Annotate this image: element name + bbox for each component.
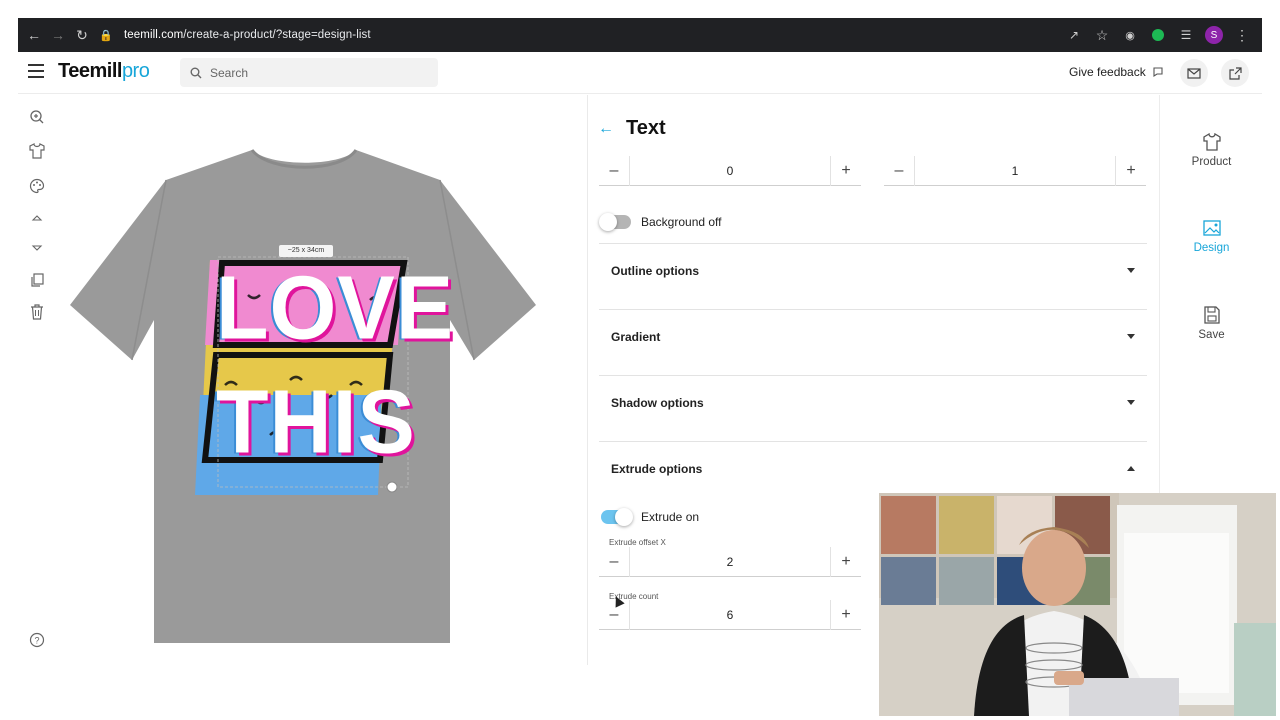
background-toggle[interactable] [599,213,631,231]
rail-item-design[interactable]: Design [1160,219,1263,254]
hamburger-menu-icon[interactable] [28,64,44,78]
caret-down-icon [1127,268,1135,273]
section-title: Shadow options [611,396,704,410]
rail-item-label: Design [1193,242,1230,254]
dimension-label: ~25 x 34cm [287,247,325,254]
save-icon [1203,306,1220,324]
mail-icon [1187,67,1201,79]
increment-button[interactable]: + [1116,156,1146,186]
browser-toolbar: ← → ↻ 🔒 teemill.com/create-a-product/?st… [18,18,1262,52]
shadow-options-section[interactable]: Shadow options [599,376,1147,442]
section-title: Extrude options [611,462,703,476]
lock-icon: 🔒 [99,29,113,42]
section-title: Outline options [611,264,699,278]
give-feedback-button[interactable]: Give feedback [1069,65,1164,79]
image-icon [1202,220,1221,236]
extrude-toggle[interactable] [601,508,633,526]
give-feedback-label: Give feedback [1069,65,1146,79]
search-icon [190,67,202,78]
caret-down-icon [1127,400,1135,405]
external-link-icon [1228,66,1242,80]
increment-button[interactable]: + [831,156,861,186]
caret-down-icon [1127,334,1135,339]
quantity-stepper: – 1 + [884,155,1146,186]
decrement-button[interactable]: – [599,547,629,577]
extrude-toggle-label: Extrude on [641,510,700,524]
stepper-value[interactable]: 1 [914,155,1116,186]
stepper-value[interactable]: 0 [629,155,831,186]
stepper-value[interactable]: 6 [629,599,831,630]
extension-icon[interactable] [1146,23,1170,47]
decrement-button[interactable]: – [884,156,914,186]
forward-icon[interactable]: → [46,23,70,47]
tshirt-icon [1202,133,1221,151]
panel-title: Text [626,117,666,139]
avatar[interactable]: S [1202,23,1226,47]
increment-button[interactable]: + [831,547,861,577]
design-text-line2: THIS [216,371,416,473]
star-icon[interactable]: ☆ [1090,23,1114,47]
design-canvas[interactable]: ~25 x 34cm LOVE THIS [20,95,586,665]
extrude-count-stepper: – 6 + [599,599,861,630]
decrement-button[interactable]: – [599,156,629,186]
design-text-line1: LOVE [216,257,455,359]
rail-item-product[interactable]: Product [1160,133,1263,168]
rail-item-save[interactable]: Save [1160,306,1263,341]
rail-item-label: Product [1191,156,1232,168]
quantity-stepper: – 0 + [599,155,861,186]
gradient-section[interactable]: Gradient [599,310,1147,376]
caret-up-icon [1127,466,1135,471]
reload-icon[interactable]: ↻ [70,23,94,47]
camera-icon[interactable]: ◉ [1118,23,1142,47]
address-bar[interactable]: teemill.com/create-a-product/?stage=desi… [124,29,371,41]
rail-item-label: Save [1198,329,1225,341]
app-header: Teemillpro Give feedback [18,52,1262,94]
search-box[interactable] [180,58,438,87]
webcam-video [879,493,1276,716]
background-toggle-label: Background off [641,215,722,229]
open-external-icon[interactable]: ↗ [1062,23,1086,47]
outline-options-section[interactable]: Outline options [599,244,1147,310]
logo[interactable]: Teemillpro [58,60,150,83]
increment-button[interactable]: + [831,600,861,630]
section-title: Gradient [611,330,661,344]
search-input[interactable] [210,65,410,80]
stepper-value[interactable]: 2 [629,546,831,577]
webcam-overlay [879,493,1276,716]
back-icon[interactable]: ← [22,23,46,47]
chat-icon [1153,67,1163,78]
more-menu-icon[interactable]: ⋮ [1230,23,1254,47]
playlist-icon[interactable]: ☰ [1174,23,1198,47]
back-arrow-icon[interactable]: ← [598,120,614,138]
mail-button[interactable] [1180,59,1208,87]
extrude-offset-x-stepper: – 2 + [599,546,861,577]
share-button[interactable] [1221,59,1249,87]
